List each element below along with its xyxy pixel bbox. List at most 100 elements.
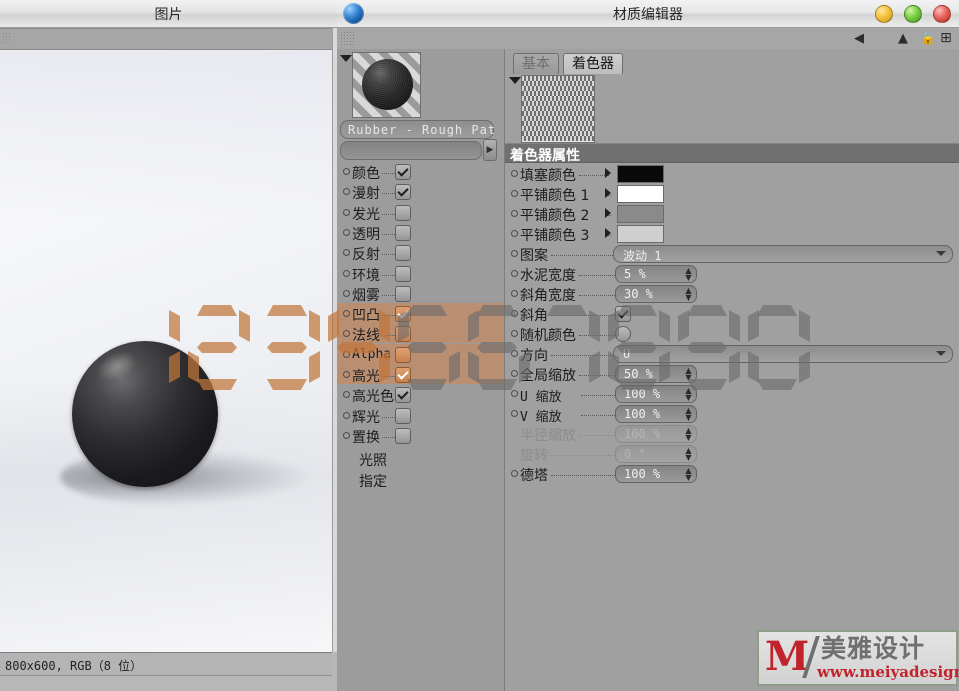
maximize-button[interactable]	[904, 5, 922, 23]
minimize-button[interactable]	[875, 5, 893, 23]
material-preview-thumbnail[interactable]	[352, 52, 421, 118]
channel-checkbox[interactable]	[395, 266, 411, 282]
channel-row-8[interactable]: 法线	[337, 323, 504, 343]
property-number-field[interactable]: 100 %▲▼	[615, 385, 697, 403]
property-row-0[interactable]: 填塞颜色	[505, 163, 959, 183]
channel-checkbox[interactable]	[395, 164, 411, 180]
channel-row-1[interactable]: 漫射	[337, 181, 504, 201]
spinner-icon[interactable]: ▲▼	[684, 367, 693, 381]
property-row-4[interactable]: 图案波动 1	[505, 243, 959, 263]
spinner-icon[interactable]: ▲▼	[684, 387, 693, 401]
channel-checkbox[interactable]	[395, 367, 411, 383]
property-row-13[interactable]: 半径缩放100 %▲▼	[505, 423, 959, 443]
property-row-8[interactable]: 随机颜色	[505, 323, 959, 343]
material-editor-titlebar[interactable]: 材质编辑器	[337, 0, 959, 28]
color-expand-icon[interactable]	[605, 208, 611, 218]
property-row-1[interactable]: 平铺颜色 1	[505, 183, 959, 203]
property-row-11[interactable]: U 缩放100 %▲▼	[505, 383, 959, 403]
property-row-6[interactable]: 斜角宽度30 %▲▼	[505, 283, 959, 303]
channel-checkbox[interactable]	[395, 408, 411, 424]
property-row-12[interactable]: V 缩放100 %▲▼	[505, 403, 959, 423]
property-row-15[interactable]: 德塔100 %▲▼	[505, 463, 959, 483]
image-window-titlebar[interactable]: 图片	[0, 0, 337, 28]
channel-checkbox[interactable]	[395, 286, 411, 302]
back-arrow-icon[interactable]: ◀	[851, 31, 867, 46]
spinner-icon[interactable]: ▲▼	[684, 287, 693, 301]
material-search-button[interactable]: ▶	[483, 139, 497, 161]
channel-checkbox[interactable]	[395, 347, 411, 363]
property-checkbox[interactable]	[615, 306, 631, 322]
material-name-field[interactable]: Rubber - Rough Pat	[340, 120, 494, 139]
spinner-icon[interactable]: ▲▼	[684, 467, 693, 481]
close-button[interactable]	[933, 5, 951, 23]
color-expand-icon[interactable]	[605, 228, 611, 238]
extra-row-1[interactable]: 指定	[337, 469, 504, 491]
property-row-9[interactable]: 方向U	[505, 343, 959, 363]
tab-shader[interactable]: 着色器	[563, 53, 623, 74]
image-canvas[interactable]	[0, 50, 332, 652]
channel-row-2[interactable]: 发光	[337, 202, 504, 222]
channel-checkbox[interactable]	[395, 225, 411, 241]
property-number-field[interactable]: 50 %▲▼	[615, 365, 697, 383]
channel-bullet-icon	[343, 432, 350, 439]
spinner-icon[interactable]: ▲▼	[684, 427, 693, 441]
channel-row-10[interactable]: 高光	[337, 364, 504, 384]
channel-label: Alpha	[352, 347, 391, 362]
lock-icon[interactable]: 🔓	[920, 31, 936, 46]
channel-checkbox[interactable]	[395, 387, 411, 403]
channel-checkbox[interactable]	[395, 184, 411, 200]
channel-row-11[interactable]: 高光色	[337, 384, 504, 404]
number-value: 100 %	[624, 467, 660, 481]
channel-row-6[interactable]: 烟雾	[337, 283, 504, 303]
property-number-field[interactable]: 30 %▲▼	[615, 285, 697, 303]
channel-row-13[interactable]: 置换	[337, 425, 504, 445]
channel-row-4[interactable]: 反射	[337, 242, 504, 262]
image-window-toolbar[interactable]	[0, 28, 332, 50]
color-swatch[interactable]	[617, 165, 664, 183]
extra-row-0[interactable]: 光照	[337, 448, 504, 470]
property-row-3[interactable]: 平铺颜色 3	[505, 223, 959, 243]
property-row-7[interactable]: 斜角	[505, 303, 959, 323]
material-channel-panel: Rubber - Rough Pat ▶ 颜色漫射发光透明反射环境烟雾凹凸法线 A…	[337, 49, 504, 691]
tab-basic[interactable]: 基本	[513, 53, 559, 74]
property-radio[interactable]	[615, 326, 631, 342]
color-expand-icon[interactable]	[605, 168, 611, 178]
color-expand-icon[interactable]	[605, 188, 611, 198]
spinner-icon[interactable]: ▲▼	[684, 447, 693, 461]
property-dropdown[interactable]: 波动 1	[613, 245, 953, 263]
channel-checkbox[interactable]	[395, 326, 411, 342]
drag-handle-icon[interactable]	[2, 32, 10, 45]
material-search-input[interactable]	[340, 141, 482, 160]
channel-row-9[interactable]: Alpha	[337, 344, 504, 364]
property-number-field[interactable]: 100 % ▲▼	[615, 465, 697, 483]
color-swatch[interactable]	[617, 225, 664, 243]
property-number-field[interactable]: 100 %▲▼	[615, 405, 697, 423]
channel-row-12[interactable]: 辉光	[337, 405, 504, 425]
add-box-icon[interactable]: ⊞	[938, 31, 954, 46]
channel-bullet-icon	[343, 351, 350, 358]
channel-row-5[interactable]: 环境	[337, 263, 504, 283]
preview-collapse-icon[interactable]	[340, 55, 352, 62]
channel-checkbox[interactable]	[395, 205, 411, 221]
drag-handle-icon[interactable]	[340, 31, 354, 46]
channel-row-3[interactable]: 透明	[337, 222, 504, 242]
channel-checkbox[interactable]	[395, 428, 411, 444]
channel-checkbox[interactable]	[395, 306, 411, 322]
property-dropdown[interactable]: U	[613, 345, 953, 363]
property-row-5[interactable]: 水泥宽度5 %▲▼	[505, 263, 959, 283]
property-number-field[interactable]: 5 %▲▼	[615, 265, 697, 283]
color-swatch[interactable]	[617, 205, 664, 223]
property-row-2[interactable]: 平铺颜色 2	[505, 203, 959, 223]
channel-row-7[interactable]: 凹凸	[337, 303, 504, 323]
channel-row-0[interactable]: 颜色	[337, 161, 504, 181]
color-swatch[interactable]	[617, 185, 664, 203]
spinner-icon[interactable]: ▲▼	[684, 407, 693, 421]
property-row-10[interactable]: 全局缩放50 %▲▼	[505, 363, 959, 383]
up-arrow-icon[interactable]: ▲	[895, 31, 911, 46]
shader-preview-thumbnail[interactable]	[521, 75, 595, 143]
property-row-14[interactable]: 旋转0 °▲▼	[505, 443, 959, 463]
spinner-icon[interactable]: ▲▼	[684, 267, 693, 281]
shader-collapse-icon[interactable]	[509, 77, 521, 84]
material-editor-toolbar[interactable]: ◀ ▲ 🔓 ⊞	[337, 28, 959, 50]
channel-checkbox[interactable]	[395, 245, 411, 261]
